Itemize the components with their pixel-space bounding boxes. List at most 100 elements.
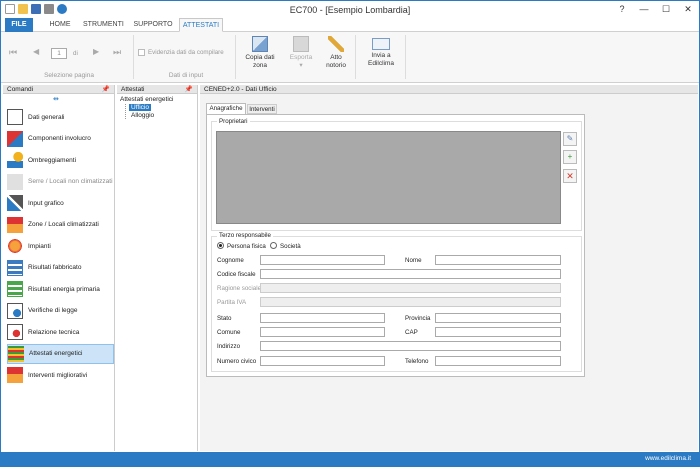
attestati-energetici-icon <box>8 345 24 362</box>
form-panel: Proprietari ✎ + ✕ Terzo responsabile Per… <box>206 114 585 377</box>
indirizzo-field[interactable] <box>260 341 561 351</box>
command-label: Componenti involucro <box>28 135 91 142</box>
societa-radio[interactable] <box>270 242 277 249</box>
dropdown-arrow-icon: ▾ <box>299 62 303 69</box>
tab-supporto[interactable]: SUPPORTO <box>133 18 173 32</box>
societa-label: Società <box>280 243 301 250</box>
risultati-fabbricato-icon <box>7 259 23 276</box>
nome-label: Nome <box>405 257 422 264</box>
command-label: Interventi migliorativi <box>28 371 88 379</box>
tree-root[interactable]: Attestati energetici <box>120 96 173 103</box>
last-page-icon[interactable]: ⏭ <box>113 48 121 57</box>
command-label: Risultati fabbricato <box>28 264 82 271</box>
ragione-sociale-label: Ragione sociale <box>217 285 262 292</box>
page-number-input[interactable]: 1 <box>51 48 67 59</box>
proprietari-grid[interactable] <box>216 131 561 224</box>
page-of-label: di <box>73 50 78 57</box>
window-controls: ? — ☐ ✕ <box>611 1 699 17</box>
numero-civico-field[interactable] <box>260 356 385 366</box>
terzo-responsabile-label: Terzo responsabile <box>217 232 273 239</box>
comune-field[interactable] <box>260 327 385 337</box>
tree-node-ufficio[interactable]: Ufficio <box>129 104 151 111</box>
codice-fiscale-field[interactable] <box>260 269 561 279</box>
comandi-panel: Comandi 📌 ⇹ Dati generali Componenti invo… <box>3 85 115 451</box>
tab-strumenti[interactable]: STRUMENTI <box>83 18 124 32</box>
command-risultati-energia[interactable]: Risultati energia primaria <box>7 279 114 299</box>
ombreggiamenti-icon <box>7 152 23 168</box>
command-impianti[interactable]: Impianti <box>7 236 114 256</box>
tab-file[interactable]: FILE <box>5 18 33 32</box>
stato-label: Stato <box>217 315 232 322</box>
persona-fisica-label: Persona fisica <box>227 243 266 250</box>
persona-fisica-radio[interactable] <box>217 242 224 249</box>
tab-interventi[interactable]: Interventi <box>247 104 277 114</box>
componenti-involucro-icon <box>7 130 23 147</box>
help-question-icon[interactable]: ? <box>611 1 633 17</box>
interventi-migliorativi-icon <box>7 367 23 383</box>
telefono-field[interactable] <box>435 356 561 366</box>
printer-icon <box>293 36 309 52</box>
telefono-label: Telefono <box>405 358 429 365</box>
copy-data-icon <box>252 36 268 52</box>
nome-field[interactable] <box>435 255 561 265</box>
attestati-header: Attestati 📌 <box>117 85 197 94</box>
verifiche-legge-icon <box>7 302 23 319</box>
command-label: Dati generali <box>28 113 65 121</box>
prev-page-icon[interactable]: ◀ <box>33 48 39 56</box>
minimize-icon[interactable]: — <box>633 1 655 17</box>
group-label-selezione: Selezione pagina <box>44 72 94 79</box>
window-title: EC700 - [Esempio Lombardia] <box>289 5 411 15</box>
copia-dati-zona-button[interactable]: Copia dati zona <box>241 36 279 70</box>
tab-attestati[interactable]: ATTESTATI <box>179 18 223 32</box>
expand-arrows-icon[interactable]: ⇹ <box>53 95 59 103</box>
next-page-icon[interactable]: ▶ <box>93 48 99 56</box>
ribbon: ⏮ ◀ 1 di ▶ ⏭ Selezione pagina Evidenzia … <box>1 32 699 83</box>
delete-icon[interactable]: ✕ <box>563 169 577 183</box>
close-icon[interactable]: ✕ <box>677 1 699 17</box>
pin-icon[interactable]: 📌 <box>102 85 110 94</box>
evidenzia-checkbox[interactable] <box>138 49 145 56</box>
command-label: Verifiche di legge <box>28 307 78 314</box>
command-label: Ombreggiamenti <box>28 156 77 164</box>
command-label: Input grafico <box>28 199 64 207</box>
command-input-grafico[interactable]: Input grafico <box>7 193 114 213</box>
input-grafico-icon <box>7 195 23 211</box>
first-page-icon[interactable]: ⏮ <box>9 48 17 57</box>
relazione-tecnica-icon <box>7 324 23 340</box>
evidenzia-label: Evidenzia dati da compilare <box>148 49 224 56</box>
command-risultati-fabbricato[interactable]: Risultati fabbricato <box>7 258 114 278</box>
tab-anagrafiche[interactable]: Anagrafiche <box>206 103 246 114</box>
pin-icon[interactable]: 📌 <box>185 85 193 94</box>
provincia-field[interactable] <box>435 313 561 323</box>
atto-notorio-button[interactable]: Atto notorio <box>321 36 351 70</box>
command-zone-locali[interactable]: Zone / Locali climatizzati <box>7 215 114 235</box>
risultati-energia-icon <box>7 281 23 297</box>
command-label: Relazione tecnica <box>28 328 80 336</box>
cognome-field[interactable] <box>260 255 385 265</box>
website-link[interactable]: www.edilclima.it <box>645 455 691 462</box>
status-bar: www.edilclima.it <box>1 452 699 467</box>
tab-home[interactable]: HOME <box>47 18 73 32</box>
main-area: CENED+2.0 - Dati Ufficio Anagrafiche Int… <box>200 85 698 451</box>
command-interventi-migliorativi[interactable]: Interventi migliorativi <box>7 365 114 385</box>
partita-iva-label: Partita IVA <box>217 299 247 306</box>
add-icon[interactable]: + <box>563 150 577 164</box>
edit-icon[interactable]: ✎ <box>563 132 577 146</box>
main-header: CENED+2.0 - Dati Ufficio <box>200 85 698 94</box>
command-ombreggiamenti[interactable]: Ombreggiamenti <box>7 150 114 170</box>
command-attestati-energetici[interactable]: Attestati energetici <box>7 343 114 364</box>
command-dati-generali[interactable]: Dati generali <box>7 107 114 127</box>
tree-node-alloggio[interactable]: Alloggio <box>131 112 154 119</box>
maximize-icon[interactable]: ☐ <box>655 1 677 17</box>
cap-field[interactable] <box>435 327 561 337</box>
command-serre-locali[interactable]: Serre / Locali non climatizzati <box>7 172 114 192</box>
impianti-icon <box>7 238 23 254</box>
command-relazione-tecnica[interactable]: Relazione tecnica <box>7 322 114 342</box>
stato-field[interactable] <box>260 313 385 323</box>
command-verifiche-legge[interactable]: Verifiche di legge <box>7 301 114 321</box>
invia-edilclima-button[interactable]: Invia a Edilclima <box>363 36 399 68</box>
proprietari-label: Proprietari <box>217 118 250 125</box>
zone-locali-icon <box>7 216 23 233</box>
esporta-button[interactable]: Esporta ▾ <box>284 36 318 70</box>
command-componenti-involucro[interactable]: Componenti involucro <box>7 129 114 149</box>
